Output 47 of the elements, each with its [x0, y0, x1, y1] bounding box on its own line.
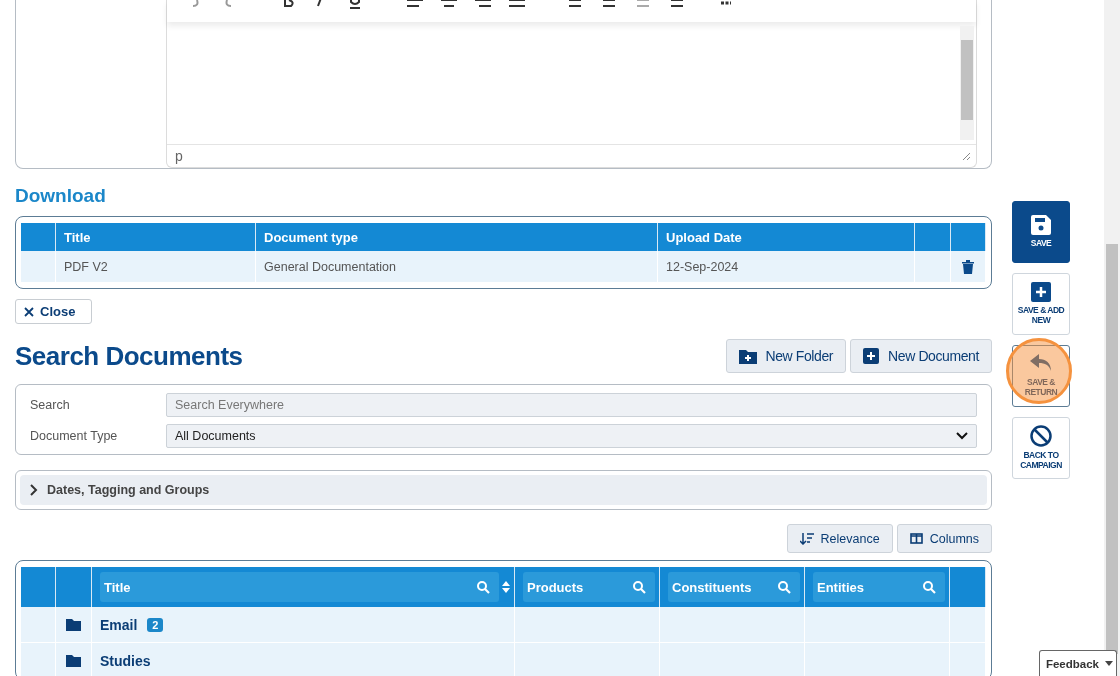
folder-icon [66, 618, 81, 631]
search-icon[interactable] [923, 580, 936, 594]
caret-icon [1105, 661, 1113, 666]
page-scrollbar[interactable] [1104, 0, 1120, 676]
resize-handle-icon[interactable] [962, 152, 970, 160]
page-heading: Search Documents [15, 340, 243, 372]
trash-icon[interactable] [962, 259, 974, 274]
action-button[interactable]: SAVE & ADD NEW [1012, 273, 1070, 335]
plus-square-icon [1031, 282, 1051, 303]
folder-link[interactable]: Email [100, 616, 138, 633]
field-label: Document Type [30, 429, 119, 443]
plus-square-icon [863, 348, 880, 364]
table-cell: PDF V2 [64, 259, 108, 274]
save-icon [1031, 215, 1051, 236]
filters-accordion[interactable]: Dates, Tagging and Groups [20, 475, 987, 505]
sort-icon [799, 532, 814, 545]
action-button[interactable]: SAVE [1012, 201, 1070, 263]
search-icon[interactable] [778, 580, 791, 594]
close-button[interactable]: Close [15, 299, 92, 324]
search-icon[interactable] [633, 580, 646, 594]
feedback-button[interactable]: Feedback [1038, 650, 1117, 676]
folder-icon [66, 654, 81, 667]
count-badge: 2 [147, 617, 164, 632]
columns-button[interactable]: Columns [896, 524, 992, 553]
prohibited-icon [1030, 425, 1052, 448]
sort-button[interactable]: Relevance [786, 524, 893, 553]
sort-arrows-icon[interactable] [502, 581, 510, 593]
action-button[interactable]: BACK TO CAMPAIGN [1012, 417, 1070, 479]
search-icon[interactable] [477, 580, 490, 594]
new-folder-button[interactable]: New Folder [725, 339, 847, 373]
table-cell: General Documentation [264, 259, 397, 274]
folder-link[interactable]: Studies [100, 652, 151, 669]
scrollbar[interactable] [960, 26, 974, 140]
section-heading: Download [15, 185, 107, 207]
folder-plus-icon [738, 348, 757, 364]
document-type-dropdown[interactable]: All Documents [166, 424, 977, 448]
close-icon [24, 306, 34, 317]
new-document-button[interactable]: New Document [850, 339, 992, 373]
chevron-down-icon [956, 432, 968, 440]
field-label: Search [30, 398, 71, 412]
highlight-circle [1006, 338, 1072, 404]
columns-icon [909, 533, 923, 544]
action-button[interactable]: SAVE & RETURN [1012, 345, 1070, 407]
chevron-icon [29, 484, 39, 496]
table-cell: 12-Sep-2024 [666, 259, 739, 274]
element-path: p [175, 148, 183, 164]
search-field[interactable]: Search Everywhere [166, 393, 977, 417]
